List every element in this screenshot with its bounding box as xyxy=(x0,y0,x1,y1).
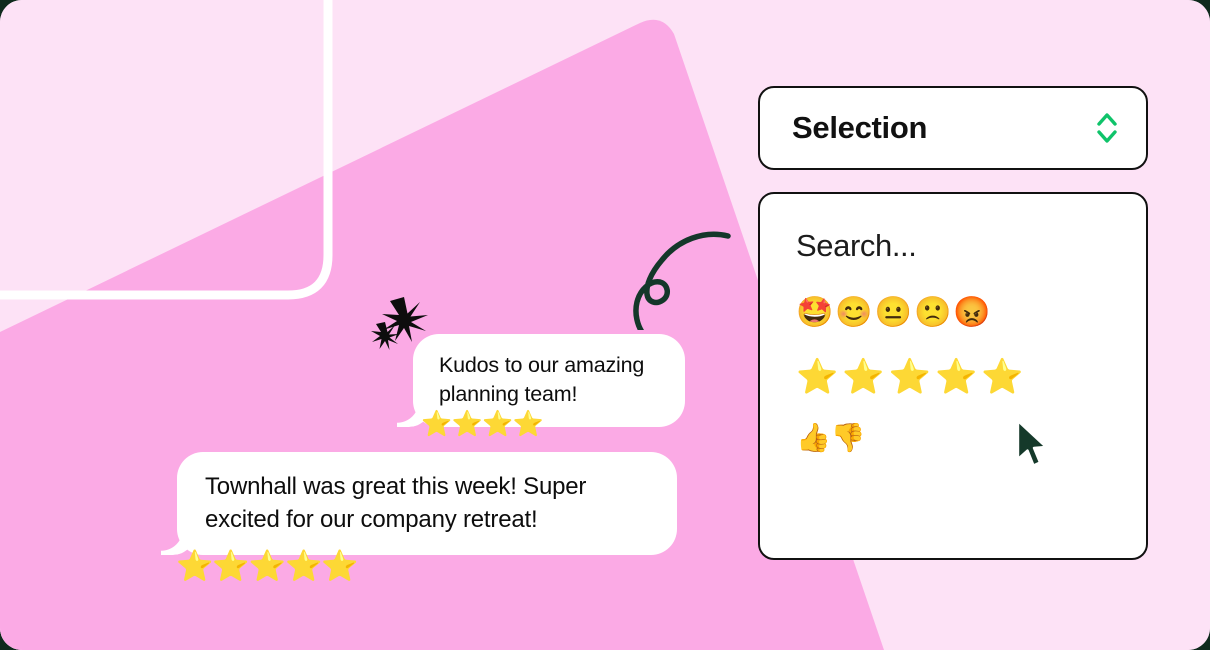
star-rating-icons: ⭐⭐⭐⭐ xyxy=(421,410,544,438)
thumbs-scale[interactable]: 👍👎 xyxy=(796,424,1146,452)
star-rating-townhall: ⭐⭐⭐⭐⭐ xyxy=(176,550,359,583)
star-rating-kudos: ⭐⭐⭐⭐ xyxy=(421,412,544,437)
selection-dropdown[interactable]: Selection xyxy=(758,86,1148,170)
chat-bubble-text: Townhall was great this week! Super exci… xyxy=(205,473,587,533)
chevron-up-down-icon[interactable] xyxy=(1094,108,1120,148)
emoji-face-scale-icons[interactable]: 🤩😊😐🙁😡 xyxy=(796,298,993,328)
star-rating-scale-icons[interactable]: ⭐⭐⭐⭐⭐ xyxy=(796,360,1028,394)
chat-bubble-text: Kudos to our amazing planning team! xyxy=(439,353,645,406)
screenshot-canvas: Kudos to our amazing planning team! ⭐⭐⭐⭐… xyxy=(0,0,1210,650)
squiggle-decoration-icon xyxy=(633,231,731,330)
search-input-placeholder[interactable]: Search... xyxy=(796,228,1146,264)
star-rating-icons: ⭐⭐⭐⭐⭐ xyxy=(176,550,359,583)
emoji-face-scale[interactable]: 🤩😊😐🙁😡 xyxy=(796,298,1146,328)
star-rating-scale[interactable]: ⭐⭐⭐⭐⭐ xyxy=(796,360,1146,394)
thumbs-scale-icons[interactable]: 👍👎 xyxy=(796,424,866,452)
search-panel[interactable]: Search... 🤩😊😐🙁😡 ⭐⭐⭐⭐⭐ 👍👎 xyxy=(758,192,1148,560)
chat-bubble-townhall: Townhall was great this week! Super exci… xyxy=(177,452,677,555)
selection-dropdown-label: Selection xyxy=(792,110,928,145)
